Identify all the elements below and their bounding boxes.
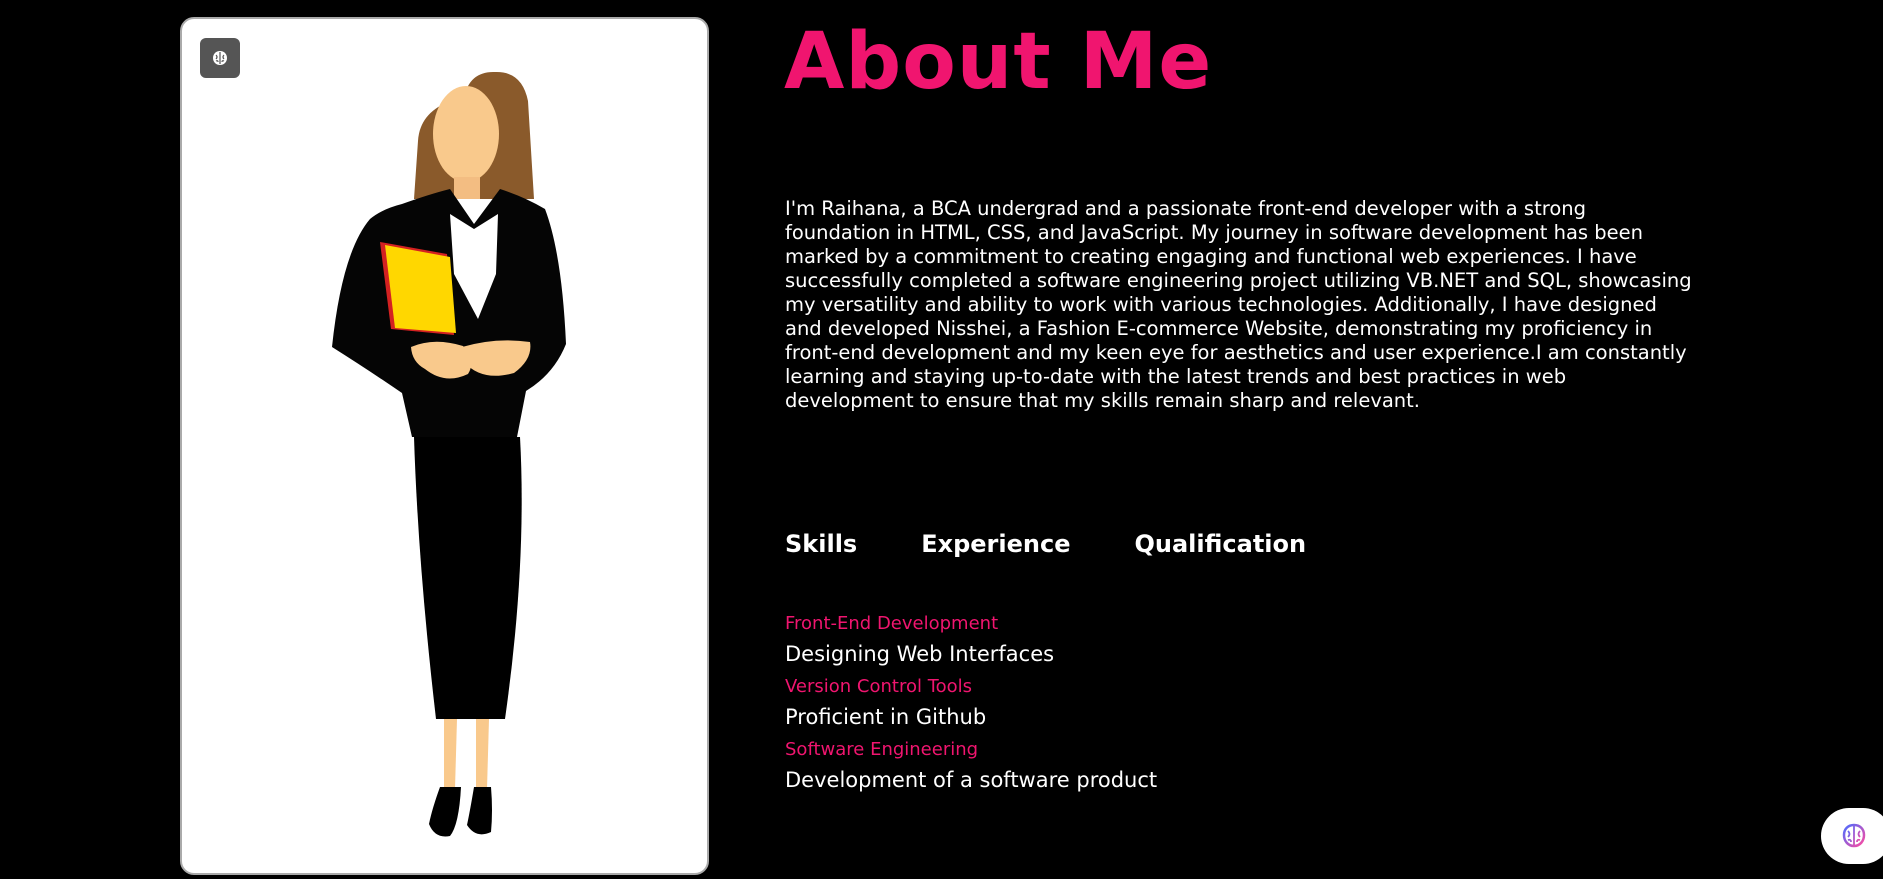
brain-icon: [1842, 823, 1866, 848]
assistant-button[interactable]: [1821, 808, 1883, 864]
skill-title: Front-End Development: [785, 613, 999, 634]
brain-icon[interactable]: [200, 38, 240, 78]
bio-text: I'm Raihana, a BCA undergrad and a passi…: [785, 197, 1692, 412]
skill-description: Designing Web Interfaces: [785, 642, 1055, 666]
profile-illustration: [332, 71, 566, 837]
skill-description: Development of a software product: [785, 768, 1158, 792]
tab-experience[interactable]: Experience: [921, 530, 1070, 558]
tab-qualification[interactable]: Qualification: [1134, 530, 1306, 558]
list-item: Version Control Tools Proficient in Gith…: [785, 676, 1157, 730]
list-item: Front-End Development Designing Web Inte…: [785, 613, 1157, 667]
tab-skills[interactable]: Skills: [785, 530, 857, 558]
list-item: Software Engineering Development of a so…: [785, 739, 1157, 793]
page-title: About Me: [784, 17, 1213, 107]
skills-list: Front-End Development Designing Web Inte…: [785, 613, 1157, 802]
profile-photo-card: [180, 17, 709, 875]
skill-title: Software Engineering: [785, 739, 979, 760]
section-tabs: Skills Experience Qualification: [785, 530, 1306, 558]
skill-title: Version Control Tools: [785, 676, 973, 697]
skill-description: Proficient in Github: [785, 705, 987, 729]
